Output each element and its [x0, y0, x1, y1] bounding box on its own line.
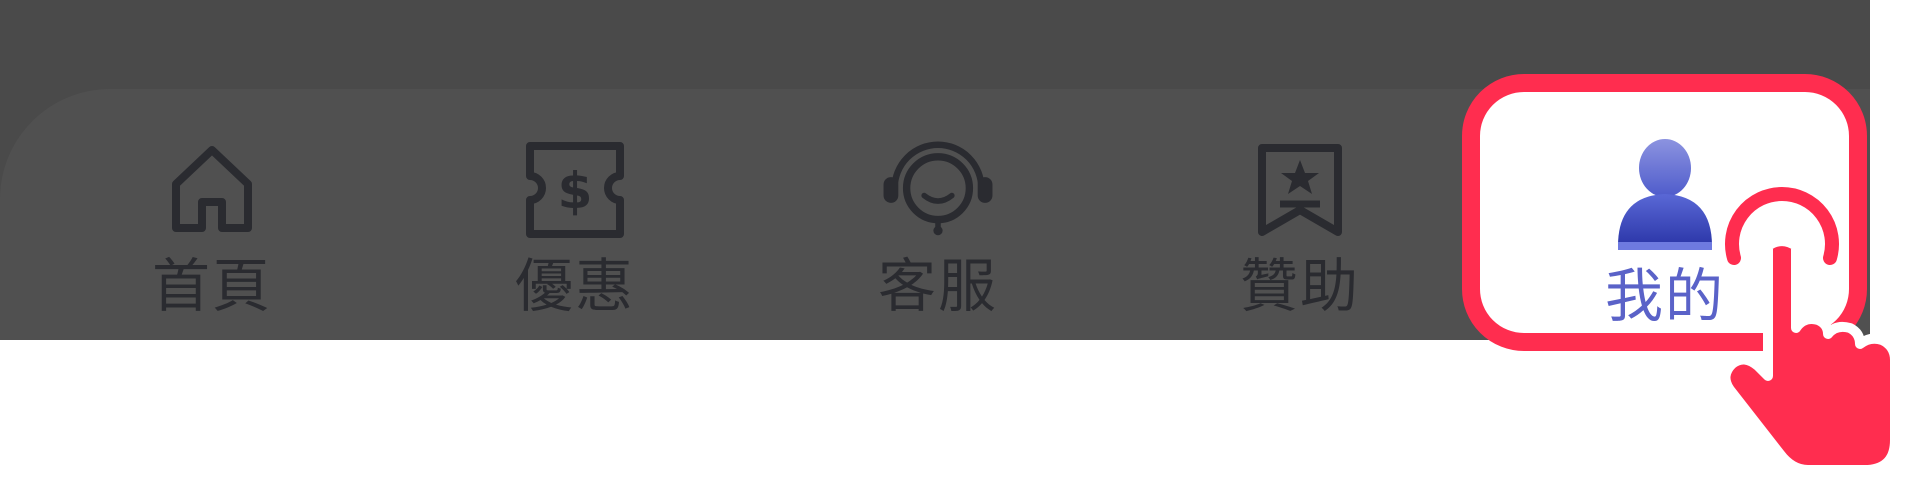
tab-promo[interactable]: $ 優惠 [465, 140, 685, 330]
svg-text:$: $ [558, 162, 593, 220]
tab-promo-label: 優惠 [514, 252, 635, 320]
headset-icon [878, 140, 998, 240]
tab-sponsor[interactable]: 贊助 [1190, 140, 1410, 330]
tab-service[interactable]: 客服 [828, 140, 1048, 330]
coupon-icon: $ [515, 140, 635, 240]
bookmark-star-icon [1240, 140, 1360, 240]
pointing-hand-icon [1700, 178, 1905, 483]
tab-home[interactable]: 首頁 [102, 140, 322, 330]
tab-sponsor-label: 贊助 [1239, 252, 1360, 320]
tutorial-screen: 首頁 $ 優惠 客服 贊助 我的 [0, 0, 1905, 483]
home-icon [152, 140, 272, 240]
tab-home-label: 首頁 [151, 252, 272, 320]
tab-service-label: 客服 [877, 252, 998, 320]
